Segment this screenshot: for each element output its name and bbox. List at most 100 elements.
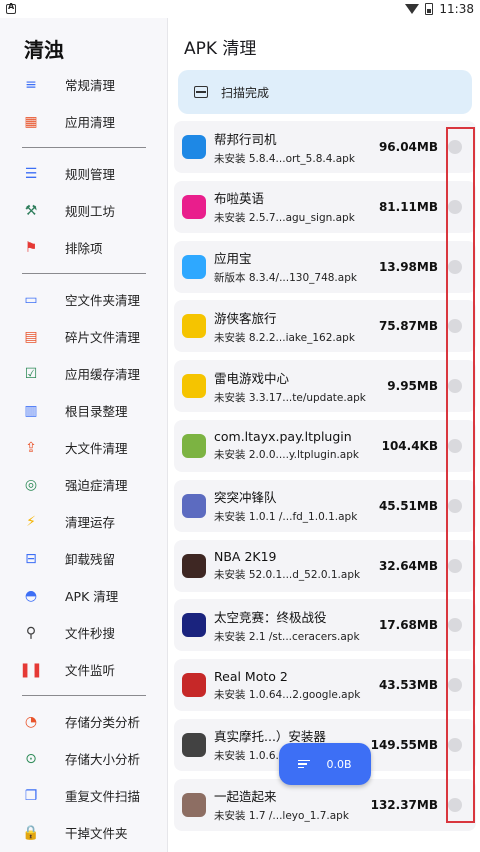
- sidebar-item-label: 重复文件扫描: [65, 789, 141, 804]
- sidebar-item-label: 规则管理: [65, 167, 116, 182]
- document-icon: ▤: [24, 328, 38, 345]
- apk-list-item[interactable]: com.ltayx.pay.ltplugin 未安装 2.0.0....y.ltp…: [174, 419, 476, 472]
- sweep-icon: [298, 759, 311, 769]
- checkbox-column-highlight: [446, 127, 475, 823]
- moto-icon: [182, 673, 206, 698]
- search-icon: ⚲: [25, 624, 37, 641]
- android-icon: [182, 433, 206, 458]
- apk-size: 75.87MB: [378, 319, 438, 334]
- sidebar-item[interactable]: ▤ 碎片文件清理: [0, 318, 168, 355]
- lines-icon: ≡: [25, 76, 37, 93]
- sidebar-item-label: 根目录整理: [65, 404, 128, 419]
- apk-list-item[interactable]: 帮邦行司机 未安装 5.8.4...ort_5.8.4.apk 96.04MB: [174, 121, 476, 173]
- sidebar-item-label: APK 清理: [65, 589, 119, 604]
- sidebar-item[interactable]: ⚲ 文件秒搜: [0, 614, 168, 651]
- main-panel: APK 清理 扫描完成 帮邦行司机 未安装 5.8.4...ort_5.8.4.a…: [169, 18, 480, 852]
- sidebar-divider: [22, 147, 146, 148]
- sidebar-item-label: 应用缓存清理: [65, 367, 141, 382]
- sidebar-item[interactable]: ▦ 应用清理: [0, 103, 168, 140]
- gamepad-icon: [182, 374, 206, 399]
- sidebar-item-label: 常规清理: [65, 78, 116, 93]
- apk-list-item[interactable]: 雷电游戏中心 未安装 3.3.17...te/update.apk 9.95MB: [174, 360, 476, 413]
- sidebar-item-label: 空文件夹清理: [65, 293, 141, 308]
- apk-size: 43.53MB: [378, 678, 438, 693]
- apk-size: 13.98MB: [378, 259, 438, 274]
- checklist-icon: ☑: [24, 365, 38, 382]
- notification-icon: [6, 2, 16, 14]
- sidebar-item-label: 文件监听: [65, 663, 116, 678]
- sidebar-item[interactable]: ◔ 存储分类分析: [0, 703, 168, 740]
- sidebar-item[interactable]: ≡ 常规清理: [0, 66, 168, 103]
- build-icon: [182, 792, 206, 817]
- app-title: 清浊: [24, 38, 64, 62]
- apk-size: 45.51MB: [378, 498, 438, 513]
- apk-list-item[interactable]: 游侠客旅行 未安装 8.2.2...iake_162.apk 75.87MB: [174, 300, 476, 353]
- battery-icon: [425, 3, 434, 15]
- grid-icon: ▦: [24, 113, 38, 130]
- sidebar-item[interactable]: ☰ 规则管理: [0, 155, 168, 192]
- android-icon: ◓: [24, 587, 38, 604]
- lightning-icon: ⚡: [26, 513, 36, 530]
- apk-list-item[interactable]: 突突冲锋队 未安装 1.0.1 /...fd_1.0.1.apk 45.51MB: [174, 479, 476, 532]
- sidebar-nav: ≡ 常规清理 ▦ 应用清理 ☰ 规则管理 ⚒ 规则工坊 ⚑ 排除项 ▭ 空文件夹清理 ▤ 碎片文件清理 ☑ 应…: [0, 66, 168, 851]
- dots-circle-icon: ⊙: [25, 750, 37, 767]
- yingyongbao-icon: [182, 254, 206, 279]
- apk-list-item[interactable]: 太空竞赛：终极战役 未安装 2.1 /st...ceracers.apk 17.68…: [174, 599, 476, 652]
- space-icon: [182, 613, 206, 638]
- sidebar-item-label: 应用清理: [65, 115, 116, 130]
- apk-size: 132.37MB: [370, 797, 438, 812]
- list-icon: ☰: [24, 165, 38, 182]
- sidebar-item[interactable]: ⚒ 规则工坊: [0, 192, 168, 229]
- inbox-icon: [194, 86, 208, 98]
- sidebar-item-label: 清理运存: [65, 515, 116, 530]
- sidebar-item[interactable]: ◓ APK 清理: [0, 577, 168, 614]
- sidebar-item[interactable]: ⇪ 大文件清理: [0, 429, 168, 466]
- moto2-icon: [182, 732, 206, 757]
- columns-icon: ▥: [24, 402, 38, 419]
- youxiake-icon: [182, 314, 206, 339]
- sidebar-item[interactable]: ⚡ 清理运存: [0, 503, 168, 540]
- nba-icon: [182, 553, 206, 578]
- sidebar-item-label: 强迫症清理: [65, 478, 128, 493]
- apk-list-item[interactable]: 布啦英语 未安装 2.5.7...agu_sign.apk 81.11MB: [174, 180, 476, 233]
- clean-fab-button[interactable]: 0.0B: [279, 743, 371, 785]
- sidebar-item[interactable]: ◎ 强迫症清理: [0, 466, 168, 503]
- apk-size: 9.95MB: [387, 379, 438, 394]
- sidebar-item[interactable]: ⊙ 存储大小分析: [0, 740, 168, 777]
- game-icon: [182, 493, 206, 518]
- bula-icon: [182, 194, 206, 219]
- clock: 11:38: [439, 2, 474, 16]
- sidebar-item[interactable]: ☑ 应用缓存清理: [0, 355, 168, 392]
- apk-size: 17.68MB: [378, 618, 438, 633]
- uninstall-icon: ⊟: [25, 550, 37, 567]
- flag-icon: ⚑: [24, 239, 38, 256]
- sidebar-item[interactable]: ❚❚ 文件监听: [0, 651, 168, 688]
- sidebar-item-label: 文件秒搜: [65, 626, 116, 641]
- sidebar-divider: [22, 695, 146, 696]
- scan-status-banner: 扫描完成: [178, 70, 472, 114]
- sidebar-item[interactable]: ▥ 根目录整理: [0, 392, 168, 429]
- sidebar-item[interactable]: ❐ 重复文件扫描: [0, 777, 168, 814]
- apk-list-item[interactable]: 一起造起来 未安装 1.7 /...leyo_1.7.apk 132.37MB: [174, 778, 476, 831]
- apk-list-item[interactable]: NBA 2K19 未安装 52.0.1...d_52.0.1.apk 32.64MB: [174, 539, 476, 592]
- apk-size: 104.4KB: [381, 438, 438, 453]
- upload-box-icon: ⇪: [25, 439, 37, 456]
- target-icon: ◎: [24, 476, 38, 493]
- sidebar-item[interactable]: ▭ 空文件夹清理: [0, 281, 168, 318]
- apk-list: 帮邦行司机 未安装 5.8.4...ort_5.8.4.apk 96.04MB 布啦英…: [174, 121, 476, 839]
- apk-size: 149.55MB: [370, 737, 438, 752]
- sidebar-item-label: 存储分类分析: [65, 715, 141, 730]
- sidebar-item-label: 存储大小分析: [65, 752, 141, 767]
- folder-icon: ▭: [24, 291, 38, 308]
- sidebar-item-label: 排除项: [65, 241, 103, 256]
- sidebar-item-label: 干掉文件夹: [65, 826, 128, 841]
- sidebar-item[interactable]: ⊟ 卸载残留: [0, 540, 168, 577]
- sidebar-item[interactable]: ⚑ 排除项: [0, 229, 168, 266]
- apk-size: 81.11MB: [378, 199, 438, 214]
- page-title: APK 清理: [184, 39, 257, 59]
- status-bar: 11:38: [0, 0, 480, 18]
- apk-list-item[interactable]: Real Moto 2 未安装 1.0.64...2.google.apk 43.5…: [174, 659, 476, 712]
- sidebar-item[interactable]: 🔒 干掉文件夹: [0, 814, 168, 851]
- apk-list-item[interactable]: 应用宝 新版本 8.3.4/...130_748.apk 13.98MB: [174, 240, 476, 293]
- apk-size: 32.64MB: [378, 558, 438, 573]
